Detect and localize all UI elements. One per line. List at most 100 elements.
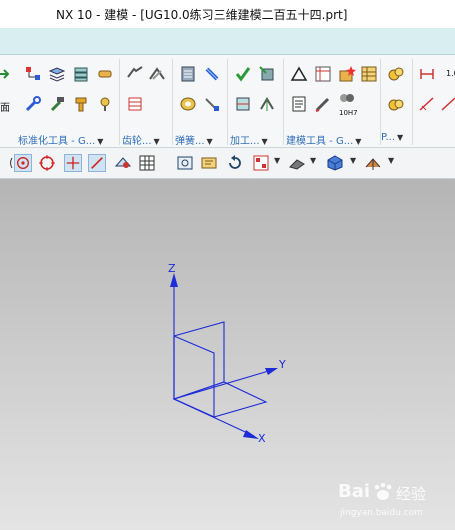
y-axis-label: Y: [279, 358, 286, 371]
group-label-machining[interactable]: 加工... ▼: [230, 132, 268, 147]
grid-list-icon[interactable]: [360, 65, 378, 83]
ribbon-tab-strip: [0, 28, 455, 55]
render-icon[interactable]: [200, 154, 218, 172]
stack-icon[interactable]: [72, 65, 90, 83]
group-spring: 弹簧... ▼: [175, 55, 227, 147]
window-title: NX 10 - 建模 - [UG10.0练习三维建模二百五十四.prt]: [56, 8, 348, 22]
view-toolbar: ▼ ▼ ▼ ▼: [0, 148, 455, 179]
y-axis-line: [173, 369, 273, 400]
eraser-icon[interactable]: [96, 65, 114, 83]
angle-dimension-icon[interactable]: [418, 95, 436, 113]
title-bar: NX 10 - 建模 - [UG10.0练习三维建模二百五十四.prt]: [0, 0, 455, 28]
dropdown-caret-icon: ▼: [355, 137, 362, 146]
dropdown-caret-icon: ▼: [206, 137, 213, 146]
ribbon: 面 标准化工具 - G... ▼ 齿轮... ▼ 弹簧... ▼ 加工... ▼…: [0, 55, 455, 148]
drill-icon[interactable]: [258, 95, 276, 113]
group-label-text: 标准化工具 - G...: [18, 136, 96, 147]
x-axis-arrow-icon: [243, 430, 259, 439]
group-gear: 齿轮... ▼: [122, 55, 172, 147]
fit-tolerance-icon[interactable]: [338, 91, 356, 109]
group-label-text: 齿轮...: [122, 136, 152, 147]
camera-icon[interactable]: [176, 154, 194, 172]
watermark-logo-text: Bai: [338, 481, 371, 502]
baidu-watermark: Bai 经验 jingyan.baidu.com: [336, 481, 451, 525]
group-separator: [283, 59, 284, 145]
dimension-icon[interactable]: [418, 65, 436, 83]
bolt-icon[interactable]: [72, 95, 90, 113]
group-label-standard-tools[interactable]: 标准化工具 - G... ▼: [18, 132, 103, 147]
layers-icon[interactable]: [48, 65, 66, 83]
group-label-spring[interactable]: 弹簧... ▼: [175, 132, 213, 147]
hammer-icon[interactable]: [48, 95, 66, 113]
arrow-icon[interactable]: [0, 65, 12, 83]
circle-snap-icon[interactable]: [38, 154, 56, 172]
scale-label: 1.0: [446, 69, 455, 78]
gear-cut-icon[interactable]: [126, 65, 144, 83]
group-modeling-tools: 10H7 建模工具 - G... ▼: [286, 55, 378, 147]
angle-dimension-2-icon[interactable]: [440, 95, 455, 113]
z-axis-arrow-icon: [170, 273, 178, 287]
group-separator: [227, 59, 228, 145]
shading-icon[interactable]: [288, 154, 306, 172]
watermark-brand: 经验: [396, 485, 427, 503]
line-icon[interactable]: [88, 154, 106, 172]
cube-icon[interactable]: [326, 154, 344, 172]
dropdown-caret-icon: ▼: [397, 133, 404, 142]
wrench-blue-icon[interactable]: [24, 95, 42, 113]
point-on-circle-icon[interactable]: [14, 154, 32, 172]
triangle-icon[interactable]: [290, 65, 308, 83]
document-icon[interactable]: [290, 95, 308, 113]
group-label-gear[interactable]: 齿轮... ▼: [122, 132, 160, 147]
section-icon[interactable]: [364, 154, 382, 172]
group-separator: [119, 59, 120, 145]
dropdown-caret-icon: ▼: [153, 137, 160, 146]
arc-icon[interactable]: [0, 154, 14, 172]
z-axis-label: Z: [168, 262, 176, 275]
group-separator: [412, 59, 413, 145]
group-label-text: 弹簧...: [175, 136, 205, 147]
rotate-icon[interactable]: [226, 154, 244, 172]
coins-icon[interactable]: [387, 65, 405, 83]
spring-list-icon[interactable]: [179, 65, 197, 83]
group-label-modeling-tools[interactable]: 建模工具 - G... ▼: [286, 132, 361, 147]
node-tree-icon[interactable]: [24, 65, 42, 83]
dropdown-caret-icon[interactable]: ▼: [310, 156, 316, 165]
dropdown-caret-icon: ▼: [97, 137, 104, 146]
coins-stack-icon[interactable]: [387, 95, 405, 113]
crosshair-icon[interactable]: [64, 154, 82, 172]
datum-csys[interactable]: [0, 179, 455, 530]
grid-icon[interactable]: [138, 154, 156, 172]
check-icon[interactable]: [234, 65, 252, 83]
graphics-viewport[interactable]: Z Y X Bai 经验 jingyan.baidu.com: [0, 179, 455, 530]
dropdown-caret-icon[interactable]: ▼: [274, 156, 280, 165]
group-label-p[interactable]: P... ▼: [381, 132, 403, 143]
datum-plane-xz: [173, 321, 225, 400]
group-p: P... ▼: [381, 55, 413, 147]
gear-pair-icon[interactable]: [148, 65, 166, 83]
gear-table-icon[interactable]: [126, 95, 144, 113]
partial-text-icon: 面: [0, 103, 10, 114]
fixture-icon[interactable]: [234, 95, 252, 113]
layout-icon[interactable]: [252, 154, 270, 172]
spring-icon[interactable]: [203, 65, 221, 83]
pen-icon[interactable]: [314, 95, 332, 113]
table-icon[interactable]: [314, 65, 332, 83]
group-label-text: 建模工具 - G...: [286, 136, 354, 147]
paw-icon: [374, 482, 392, 500]
machining-icon[interactable]: [258, 65, 276, 83]
dropdown-caret-icon[interactable]: ▼: [388, 156, 394, 165]
group-partial-left: 面: [0, 55, 14, 147]
datum-plane-xy: [172, 381, 268, 418]
watermark-url: jingyan.baidu.com: [340, 508, 424, 518]
pin-icon[interactable]: [96, 95, 114, 113]
star-icon[interactable]: [338, 65, 356, 83]
view-icon[interactable]: [114, 154, 132, 172]
coil-icon[interactable]: [179, 95, 197, 113]
group-partial-right: 1.0: [414, 55, 455, 147]
dropdown-caret-icon: ▼: [261, 137, 268, 146]
spring-tool-icon[interactable]: [203, 95, 221, 113]
group-machining: 加工... ▼: [230, 55, 282, 147]
dropdown-caret-icon[interactable]: ▼: [350, 156, 356, 165]
group-label-text: P...: [381, 132, 396, 143]
fit-tolerance-label: 10H7: [339, 109, 358, 117]
